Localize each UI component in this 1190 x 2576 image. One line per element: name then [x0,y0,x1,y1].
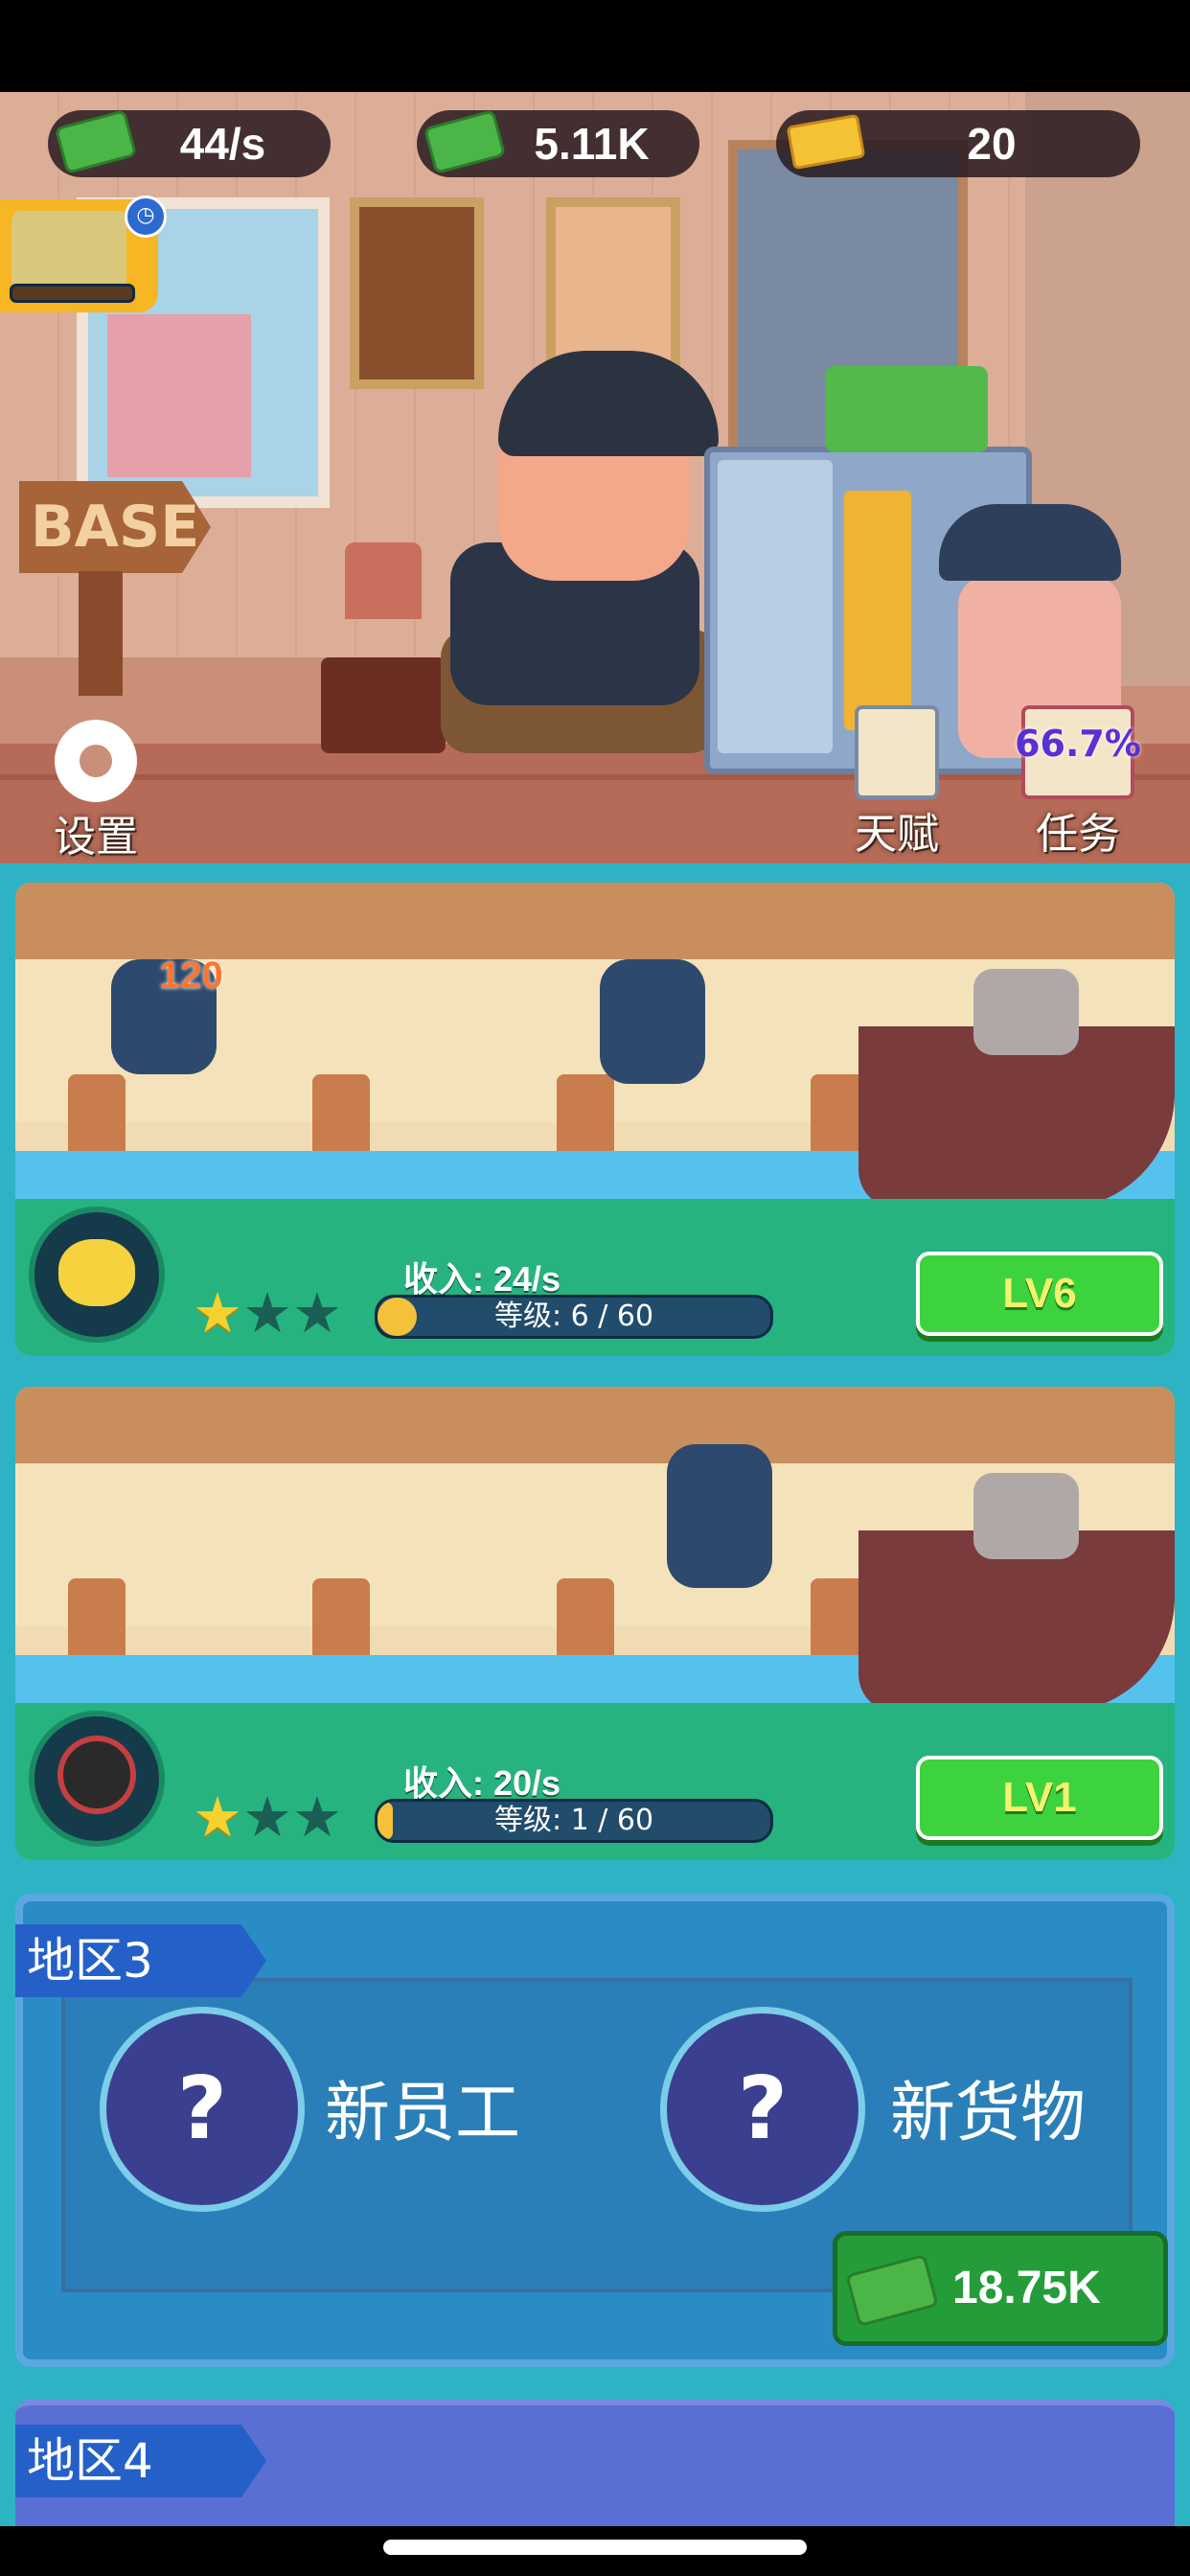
level-text: 等级: 1 / 60 [493,1804,654,1837]
room-1-level-bar: 等级: 6 / 60 [375,1295,773,1339]
region-4-panel: 地区4 [15,2400,1175,2540]
safe-door [718,460,833,753]
star-icon: ★ [242,1280,292,1346]
level-text: 等级: 6 / 60 [493,1300,654,1333]
cash-pill: 5.11K [417,109,699,177]
income-label: 收入: [403,1259,484,1299]
room-2-stars: ★★★ [193,1789,342,1845]
unknown-person-icon: ? [176,2058,228,2159]
gold-coins-stack [844,491,911,730]
room-2-level-button[interactable]: LV1 [916,1756,1163,1840]
cargo-ship [858,969,1175,1208]
room-2-avatar[interactable] [29,1711,165,1847]
cash-icon [845,2254,939,2328]
room-1-avatar[interactable] [29,1207,165,1343]
star-icon: ★ [292,1784,342,1850]
task-button[interactable]: 66.7% 任务 [1006,705,1150,861]
picture-frame-horse [350,197,484,389]
thief-hat [939,504,1121,581]
new-employee-label: 新员工 [325,2076,521,2151]
room-2: 收入: 20/s ★★★ 等级: 1 / 60 LV1 [15,1387,1175,1860]
talent-button[interactable]: 天赋 [839,705,954,861]
task-progress: 66.7% [1015,723,1141,765]
new-employee-button[interactable]: ? [100,2007,305,2212]
region-4-tag: 地区4 [15,2425,266,2497]
gear-icon [55,720,137,802]
task-icon: 66.7% [1015,705,1141,799]
gold-bar-icon [782,104,866,172]
cargo-ship [858,1473,1175,1713]
room-1-stars: ★★★ [193,1285,342,1341]
settings-label: 设置 [54,813,138,862]
star-icon: ★ [193,1280,242,1346]
room-1: 120 收入: 24/s ★★★ 等级: 6 / 60 LV6 [15,883,1175,1356]
cash-stack [825,366,988,452]
gold-pill: 20 [776,110,1140,177]
mystery-crate-icon: ? [737,2058,789,2159]
clipboard-icon [855,705,939,799]
region-3-panel: 地区3 ? 新员工 ? 新货物 18.75K [15,1894,1175,2367]
ship-cabin [973,1473,1079,1559]
region-3-tag: 地区3 [15,1924,266,1997]
income-label: 收入: [403,1763,484,1803]
income-rate-pill: 44/s [48,109,331,177]
briefcase-timer-bar [10,284,135,303]
star-icon: ★ [193,1784,242,1850]
base-scene: BASE 设置 天赋 66.7% 任务 [0,92,1190,863]
town-buildings [15,883,1175,959]
home-indicator[interactable] [383,2540,807,2555]
lamp-shade [345,542,422,619]
room-2-level-bar: 等级: 1 / 60 [375,1799,773,1843]
worker-gangster-2 [600,959,705,1084]
unlock-price: 18.75K [952,2263,1101,2313]
worker-gangster-pan [667,1444,772,1588]
gold-amount: 20 [967,119,1017,169]
talent-label: 天赋 [855,810,939,859]
settings-button[interactable]: 设置 [38,720,153,863]
star-icon: ★ [292,1280,342,1346]
income-rate: 44/s [179,119,266,169]
briefcase-bonus-button[interactable]: ◷ [0,196,167,312]
floating-income: 120 [159,954,223,997]
frying-pan-icon [57,1736,136,1814]
task-label: 任务 [1036,810,1120,859]
cash-icon [423,104,507,174]
cash-icon [54,104,138,174]
base-sign: BASE [19,481,211,573]
new-goods-button[interactable]: ? [660,2007,865,2212]
unlock-region-3-button[interactable]: 18.75K [833,2231,1168,2346]
cash-amount: 5.11K [534,119,650,169]
new-goods-label: 新货物 [890,2076,1087,2151]
window-house [107,314,251,477]
income-value: 20/s [493,1763,561,1803]
nightstand [321,657,446,753]
sign-post [79,571,123,696]
star-icon: ★ [242,1784,292,1850]
ship-cabin [973,969,1079,1055]
room-1-level-button[interactable]: LV6 [916,1252,1163,1336]
chick-icon [58,1239,135,1306]
income-value: 24/s [493,1259,561,1299]
briefcase-icon [11,211,126,293]
status-bar [0,0,1190,92]
town-buildings [15,1387,1175,1463]
clock-icon: ◷ [125,196,167,238]
